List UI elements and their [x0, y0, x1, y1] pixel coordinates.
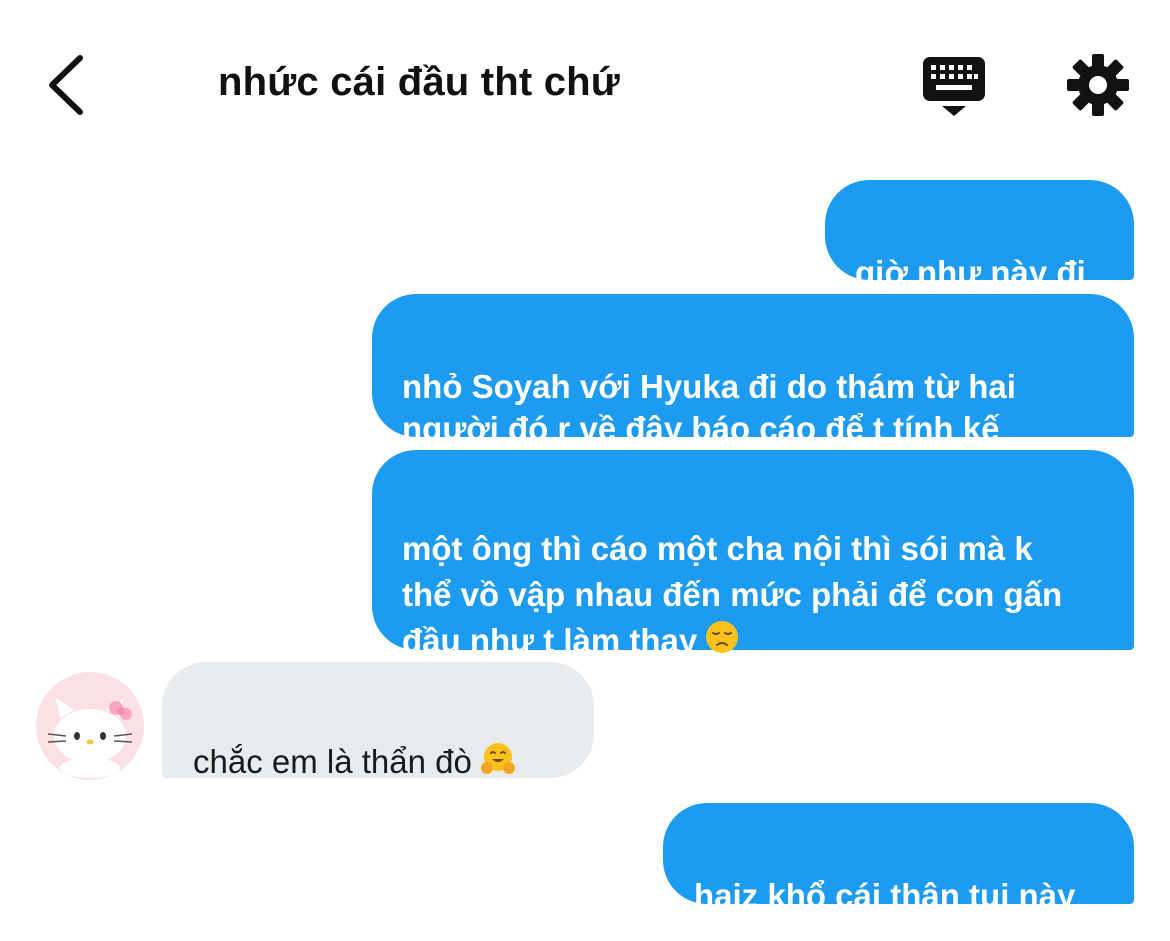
- keyboard-button[interactable]: [920, 54, 988, 120]
- chevron-left-icon: [49, 55, 83, 115]
- message-text: nhỏ Soyah với Hyuka đi do thám từ hai ng…: [402, 368, 1016, 447]
- message-text: giờ như này đi: [855, 254, 1086, 291]
- gear-icon: [1067, 54, 1129, 116]
- message-bubble-incoming[interactable]: chắc em là thẩn đò: [162, 662, 594, 780]
- avatar[interactable]: [36, 672, 144, 780]
- hello-kitty-avatar-icon: [47, 698, 133, 778]
- keyboard-icon: [923, 57, 985, 116]
- hugging-face-icon: [480, 741, 516, 787]
- message-text: haiz khổ cái thân tụi này: [694, 877, 1076, 914]
- message-bubble-outgoing[interactable]: giờ như này đi: [825, 180, 1134, 291]
- settings-button[interactable]: [1066, 53, 1130, 117]
- message-bubble-outgoing[interactable]: một ông thì cáo một cha nội thì sói mà k…: [372, 450, 1134, 659]
- disappointed-face-icon: [705, 620, 739, 666]
- conversation-title: nhức cái đầu tht chứ: [218, 60, 620, 104]
- message-text: chắc em là thẩn đò: [193, 743, 472, 780]
- message-bubble-outgoing[interactable]: haiz khổ cái thân tụi này: [663, 803, 1134, 914]
- back-button[interactable]: [40, 50, 96, 120]
- message-bubble-outgoing[interactable]: nhỏ Soyah với Hyuka đi do thám từ hai ng…: [372, 294, 1134, 447]
- chat-header: nhức cái đầu tht chứ: [0, 0, 1170, 150]
